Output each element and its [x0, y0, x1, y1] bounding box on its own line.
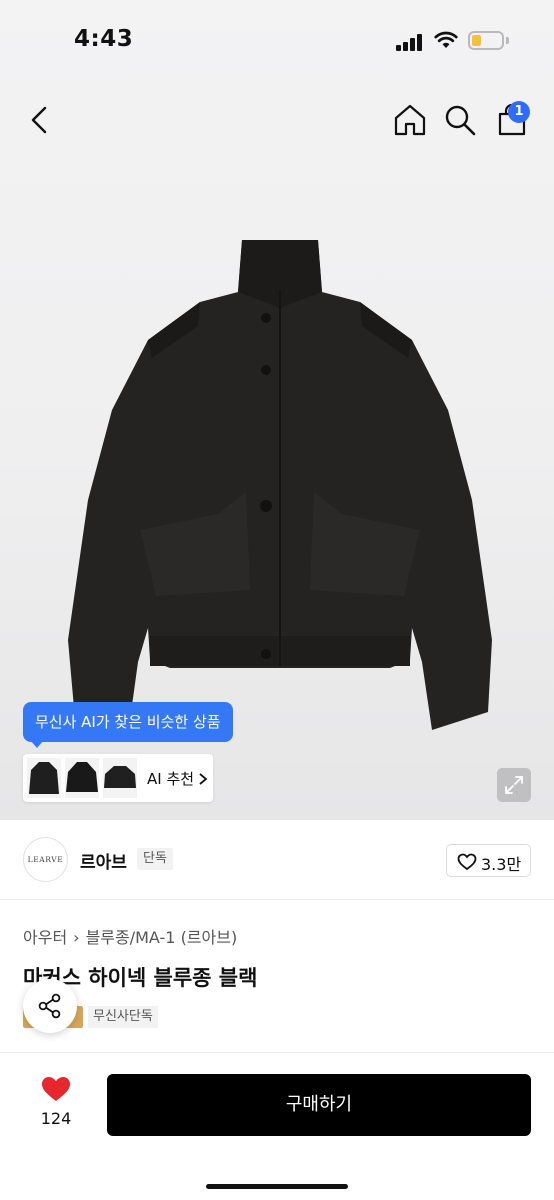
ai-recommend-label[interactable]: AI 추천: [147, 768, 194, 789]
tooltip-tail: [30, 740, 44, 748]
share-icon: [38, 993, 61, 1019]
brand-like-button[interactable]: 3.3만: [446, 844, 531, 877]
chevron-right-icon: [199, 773, 208, 785]
product-image[interactable]: [60, 230, 500, 740]
heart-outline-icon: [457, 853, 477, 871]
similar-product-thumbnail[interactable]: [27, 758, 61, 798]
buy-button[interactable]: 구매하기: [107, 1074, 531, 1136]
wish-count: 124: [40, 1109, 72, 1128]
search-icon[interactable]: [443, 103, 477, 137]
similar-product-thumbnail[interactable]: [65, 758, 99, 798]
exclusive-badge: 단독: [137, 848, 173, 870]
musinsa-exclusive-tag: 무신사단독: [88, 1006, 158, 1028]
home-indicator: [206, 1184, 348, 1189]
product-image-area: 4:43 1 무신사 AI가 찾은 비슷한 상품 AI 추천: [0, 0, 554, 820]
home-icon[interactable]: [392, 102, 428, 138]
ai-recommend-strip[interactable]: AI 추천: [23, 754, 213, 802]
status-time: 4:43: [74, 26, 134, 52]
similar-product-thumbnail[interactable]: [103, 758, 137, 798]
ai-similar-products-tooltip[interactable]: 무신사 AI가 찾은 비슷한 상품: [23, 702, 233, 742]
category-breadcrumb: 아우터 › 블루종/MA-1 (르아브): [23, 924, 237, 948]
breadcrumb-item[interactable]: 아우터: [23, 928, 67, 947]
status-bar: 4:43: [0, 0, 554, 80]
expand-image-button[interactable]: [497, 768, 531, 802]
chevron-left-icon[interactable]: [22, 102, 58, 138]
purchase-bar: 124 구매하기: [0, 1052, 554, 1200]
brand-name[interactable]: 르아브: [80, 848, 127, 873]
share-button[interactable]: [23, 979, 77, 1033]
breadcrumb-item[interactable]: 블루종/MA-1 (르아브): [86, 928, 238, 947]
brand-row[interactable]: LEARVE 르아브 단독 3.3만: [0, 820, 554, 900]
cellular-signal-icon: [396, 33, 424, 51]
cart-count-badge: 1: [508, 101, 530, 123]
expand-icon: [505, 776, 523, 794]
chevron-right-icon: ›: [73, 928, 80, 947]
heart-filled-icon[interactable]: [40, 1075, 72, 1103]
battery-tip: [506, 37, 509, 44]
brand-logo[interactable]: LEARVE: [23, 837, 68, 882]
brand-like-count: 3.3만: [481, 855, 522, 874]
battery-icon: [468, 31, 504, 50]
wifi-icon: [434, 31, 458, 48]
